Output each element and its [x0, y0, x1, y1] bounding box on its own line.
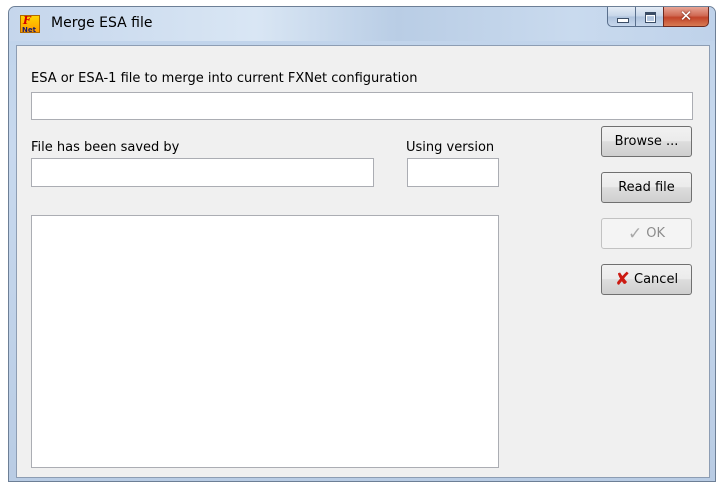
minimize-button[interactable]	[607, 7, 635, 27]
version-label: Using version	[406, 140, 495, 155]
file-contents-box[interactable]	[31, 215, 499, 468]
x-icon: ✘	[614, 268, 631, 290]
browse-button-label: Browse ...	[614, 134, 679, 149]
fxnet-app-icon[interactable]: F Net	[20, 14, 40, 34]
caption-buttons: ✕	[607, 7, 709, 29]
ok-button[interactable]: ✓ OK	[601, 218, 692, 249]
read-file-button-label: Read file	[618, 180, 675, 195]
browse-button[interactable]: Browse ...	[601, 126, 692, 157]
read-file-button[interactable]: Read file	[601, 172, 692, 203]
window-title: Merge ESA file	[51, 15, 153, 31]
cancel-button[interactable]: ✘ Cancel	[601, 264, 692, 295]
close-icon: ✕	[679, 7, 693, 25]
ok-button-label: OK	[646, 226, 665, 241]
merge-esa-dialog: F Net Merge ESA file ✕ ESA or ESA-1 file…	[8, 6, 716, 482]
file-path-label: ESA or ESA-1 file to merge into current …	[31, 71, 418, 86]
app-icon-subtext: Net	[22, 26, 36, 34]
title-bar[interactable]: F Net Merge ESA file ✕	[9, 7, 715, 41]
check-icon: ✓	[627, 223, 643, 244]
file-path-input[interactable]	[31, 92, 693, 120]
saved-by-label: File has been saved by	[31, 140, 180, 155]
close-button[interactable]: ✕	[663, 7, 709, 27]
cancel-button-label: Cancel	[634, 272, 679, 287]
maximize-icon	[645, 12, 656, 23]
saved-by-field[interactable]	[31, 158, 374, 187]
maximize-button[interactable]	[635, 7, 663, 27]
minimize-icon	[617, 18, 629, 23]
dialog-client-area: ESA or ESA-1 file to merge into current …	[16, 45, 710, 478]
version-field[interactable]	[407, 158, 499, 187]
